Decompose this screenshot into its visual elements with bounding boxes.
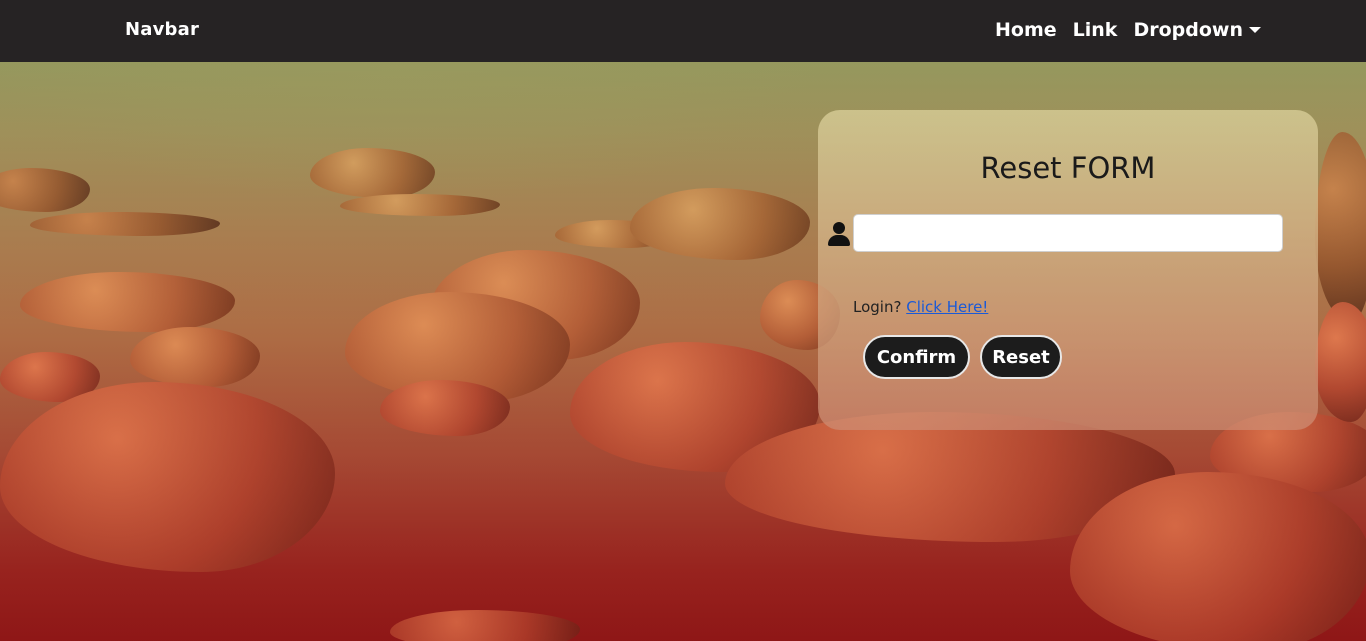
username-input[interactable] bbox=[853, 214, 1283, 252]
caret-down-icon bbox=[1248, 27, 1261, 33]
nav-link-home[interactable]: Home bbox=[995, 19, 1057, 41]
navbar-brand[interactable]: Navbar bbox=[125, 19, 199, 40]
nav-dropdown[interactable]: Dropdown bbox=[1133, 19, 1261, 41]
user-icon bbox=[828, 222, 850, 246]
confirm-button[interactable]: Confirm bbox=[863, 335, 970, 379]
form-title: Reset FORM bbox=[980, 151, 1156, 185]
login-line: Login? Click Here! bbox=[853, 298, 988, 316]
login-prompt: Login? bbox=[853, 298, 902, 316]
login-link[interactable]: Click Here! bbox=[906, 298, 988, 316]
nav-link-link[interactable]: Link bbox=[1073, 19, 1118, 41]
nav-dropdown-label: Dropdown bbox=[1133, 19, 1243, 41]
reset-form-card: Reset FORM Login? Click Here! Confirm Re… bbox=[818, 110, 1318, 430]
navbar: Navbar Home Link Dropdown bbox=[0, 0, 1366, 62]
reset-button[interactable]: Reset bbox=[980, 335, 1062, 379]
nav-links: Home Link Dropdown bbox=[995, 19, 1277, 41]
